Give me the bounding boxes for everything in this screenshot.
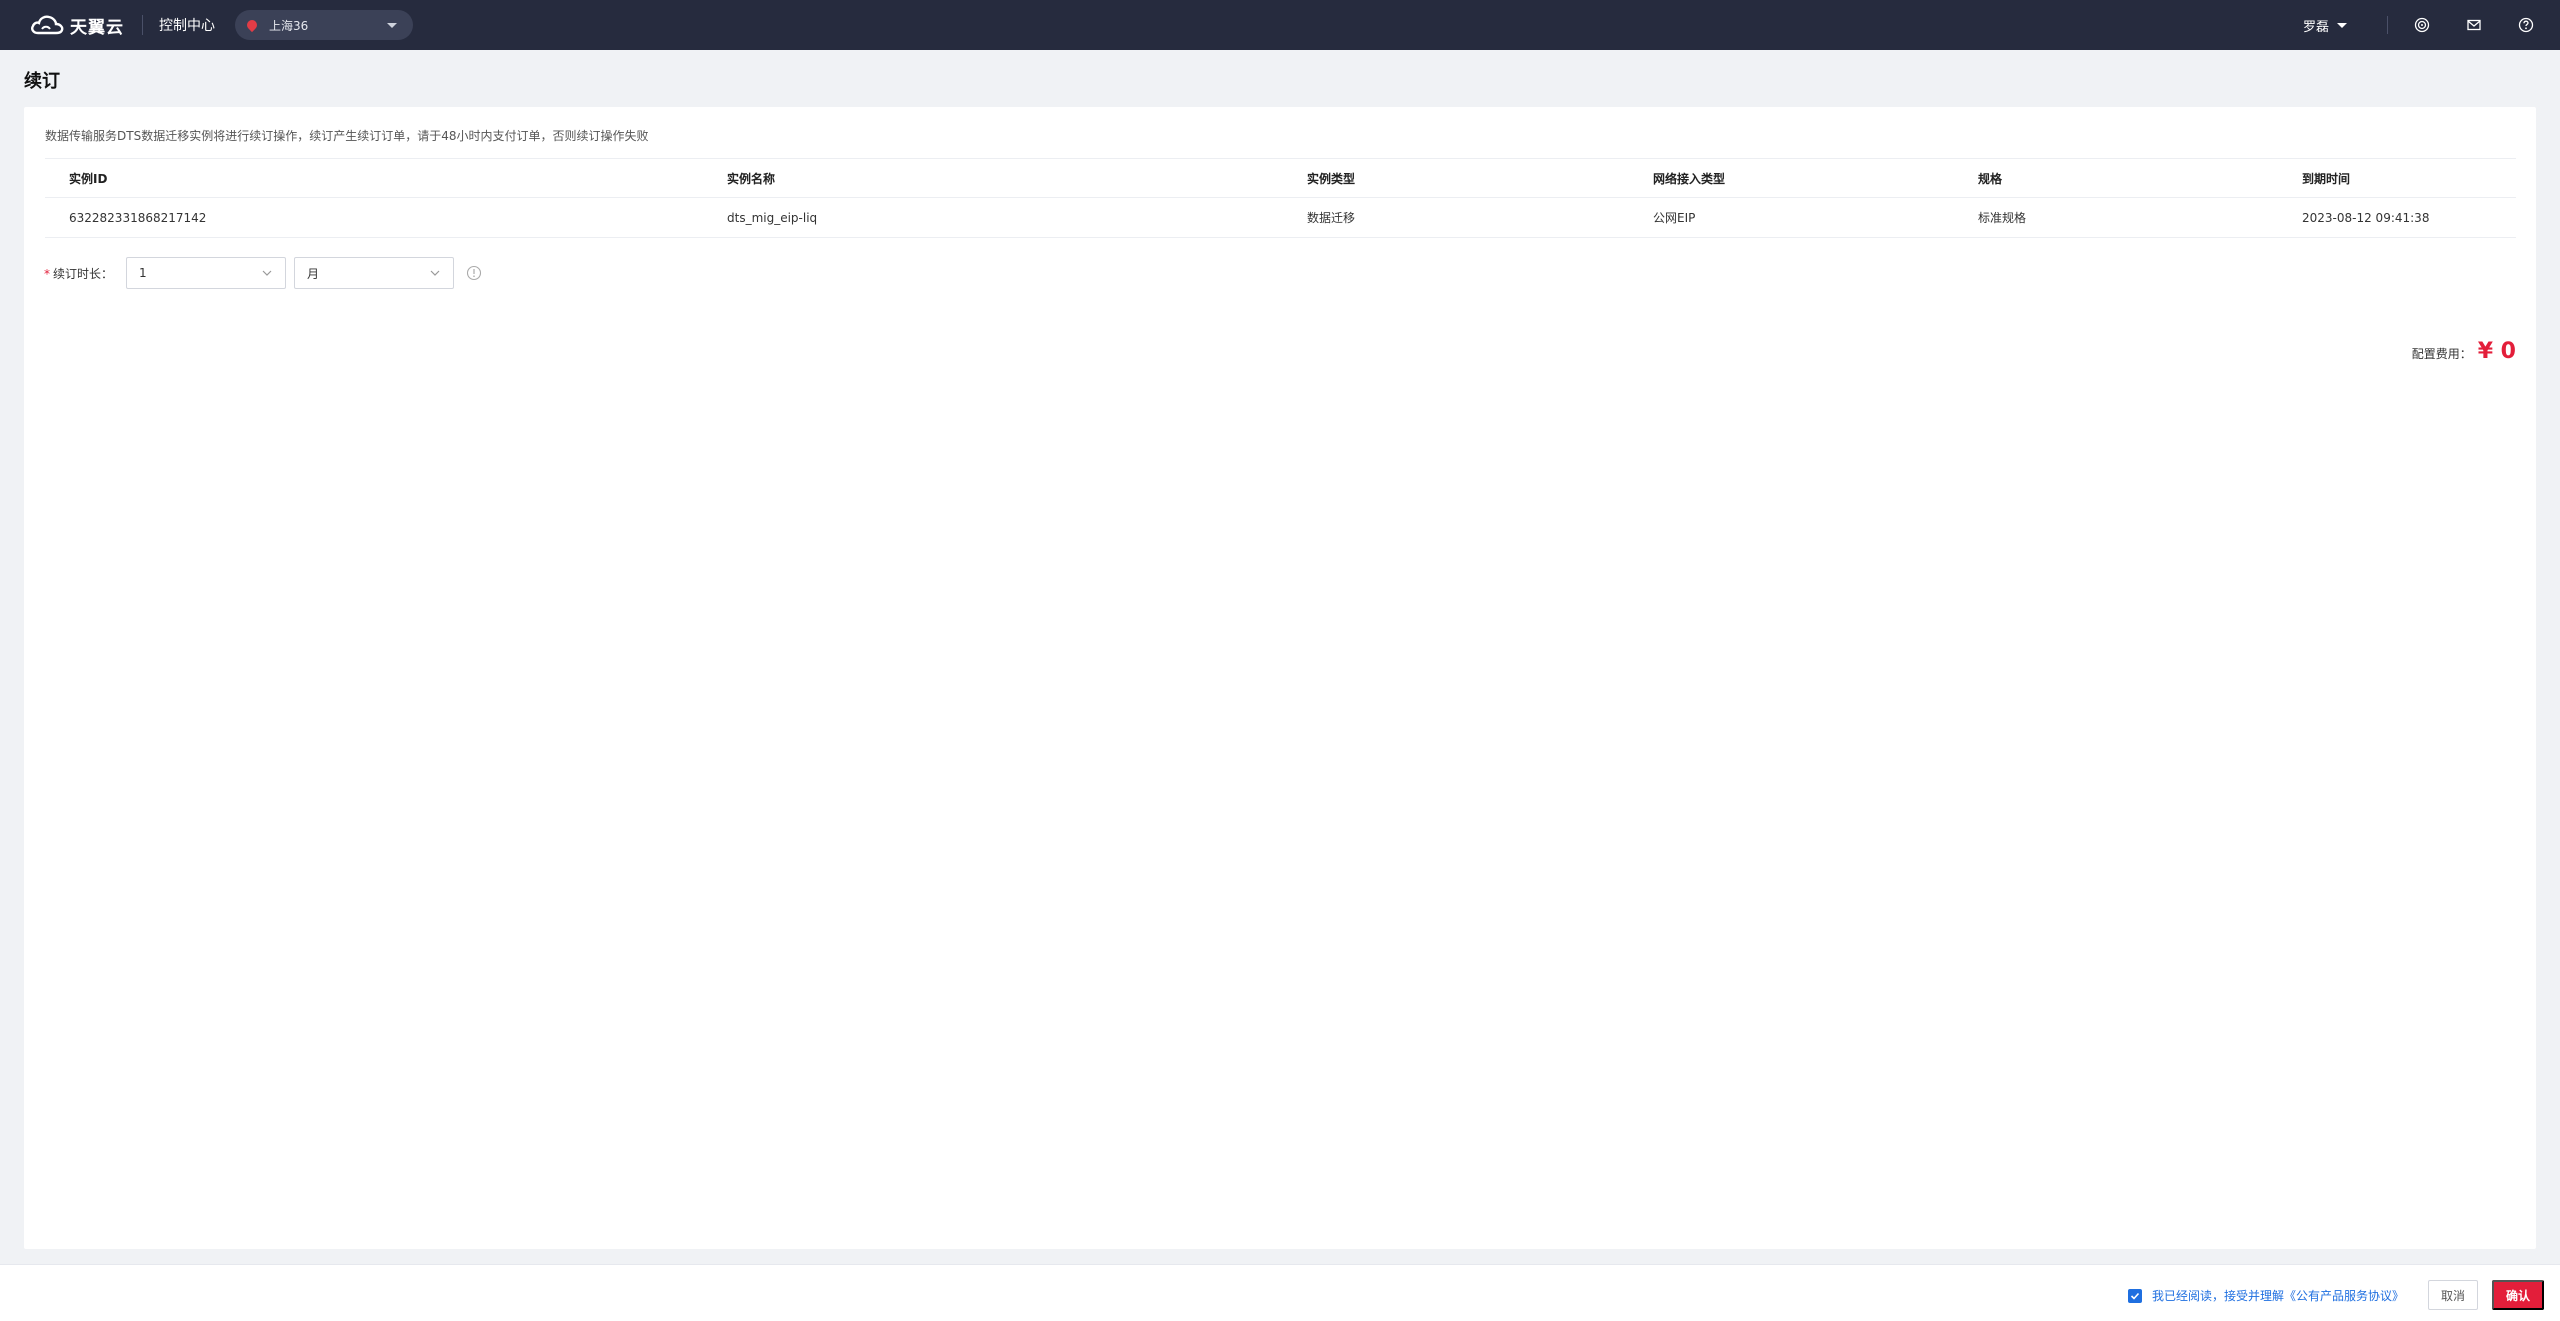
duration-label: * 续订时长： — [44, 265, 126, 282]
agreement[interactable]: 我已经阅读，接受并理解《公有产品服务协议》 — [2128, 1287, 2404, 1304]
column-header-network-type: 网络接入类型 — [1653, 171, 1726, 186]
column-header-instance-type: 实例类型 — [1307, 171, 1356, 186]
top-right-actions: 罗磊 — [2303, 0, 2560, 50]
caret-down-icon[interactable] — [2337, 22, 2347, 28]
table-row: 632282331868217142 dts_mig_eip-liq 数据迁移 … — [45, 198, 2516, 238]
cloud-logo-icon — [31, 15, 64, 35]
config-fee: 配置费用： ¥ 0 — [2412, 339, 2516, 364]
target-icon[interactable] — [2414, 17, 2430, 33]
bottom-action-bar: 我已经阅读，接受并理解《公有产品服务协议》 取消 确认 — [0, 1264, 2560, 1321]
cell-network-type: 公网EIP — [1653, 211, 1696, 225]
caret-down-icon — [387, 23, 397, 28]
column-header-spec: 规格 — [1978, 171, 2003, 186]
logo[interactable]: 天翼云 — [30, 0, 124, 50]
location-pin-icon — [244, 17, 260, 33]
renewal-duration-row: * 续订时长： 1 月 — [44, 257, 482, 289]
cell-instance-id: 632282331868217142 — [69, 210, 207, 225]
duration-select[interactable]: 1 — [126, 257, 286, 289]
nav-divider — [2387, 16, 2388, 34]
confirm-button[interactable]: 确认 — [2492, 1280, 2544, 1310]
duration-unit-select[interactable]: 月 — [294, 257, 454, 289]
duration-value: 1 — [139, 266, 147, 280]
duration-unit-value: 月 — [307, 266, 320, 281]
logo-text: 天翼云 — [70, 17, 124, 38]
region-label: 上海36 — [269, 18, 309, 33]
chevron-down-icon — [430, 270, 440, 276]
column-header-instance-id: 实例ID — [69, 171, 108, 186]
table-header: 实例ID 实例名称 实例类型 网络接入类型 规格 到期时间 — [45, 158, 2516, 198]
region-select[interactable]: 上海36 — [235, 10, 413, 40]
required-mark: * — [44, 266, 50, 281]
nav-divider — [142, 15, 143, 35]
renewal-notice: 数据传输服务DTS数据迁移实例将进行续订操作，续订产生续订订单，请于48小时内支… — [45, 129, 649, 143]
renewal-card: 数据传输服务DTS数据迁移实例将进行续订操作，续订产生续订订单，请于48小时内支… — [24, 107, 2536, 1249]
chevron-down-icon — [262, 270, 272, 276]
check-icon — [2130, 1292, 2140, 1300]
user-menu[interactable]: 罗磊 — [2303, 16, 2329, 35]
cell-expire-time: 2023-08-12 09:41:38 — [2302, 210, 2430, 225]
cell-instance-type: 数据迁移 — [1307, 211, 1356, 225]
cancel-button[interactable]: 取消 — [2428, 1280, 2478, 1310]
agreement-link[interactable]: 我已经阅读，接受并理解《公有产品服务协议》 — [2152, 1287, 2404, 1304]
console-link[interactable]: 控制中心 — [159, 15, 215, 35]
info-icon[interactable] — [466, 265, 482, 281]
help-icon[interactable] — [2518, 17, 2534, 33]
duration-label-text: 续订时长： — [53, 266, 114, 281]
mail-icon[interactable] — [2466, 17, 2482, 33]
fee-value: ¥ 0 — [2477, 339, 2516, 364]
fee-label: 配置费用： — [2411, 347, 2472, 361]
column-header-expire-time: 到期时间 — [2302, 171, 2351, 186]
cell-spec: 标准规格 — [1978, 211, 2027, 225]
agreement-checkbox[interactable] — [2128, 1288, 2142, 1303]
instance-table: 实例ID 实例名称 实例类型 网络接入类型 规格 到期时间 6322823318… — [45, 158, 2516, 238]
page-title: 续订 — [24, 71, 60, 92]
top-navbar: 天翼云 控制中心 上海36 罗磊 — [0, 0, 2560, 50]
column-header-instance-name: 实例名称 — [727, 171, 776, 186]
cell-instance-name: dts_mig_eip-liq — [727, 210, 818, 225]
